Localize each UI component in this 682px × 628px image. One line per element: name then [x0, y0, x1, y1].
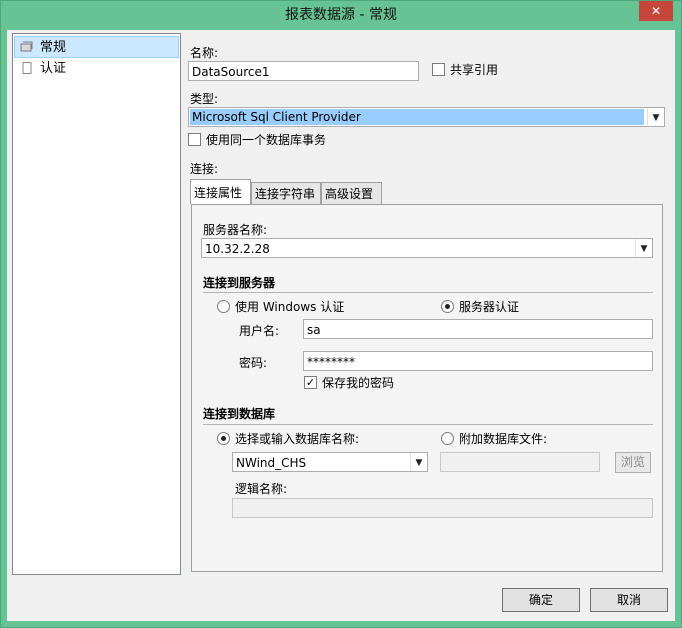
cancel-button[interactable]: 取消 [590, 588, 668, 612]
title-bar[interactable]: 报表数据源 - 常规 ✕ [1, 1, 681, 27]
logical-name-label: 逻辑名称: [235, 482, 288, 496]
username-label: 用户名: [239, 324, 280, 338]
attach-db-label: 附加数据库文件: [459, 432, 548, 446]
tab-connection-properties[interactable]: 连接属性 [190, 179, 251, 204]
server-dropdown-button[interactable]: ▼ [635, 239, 652, 257]
dialog-client: 常规 认证 名称: DataSource1 共享引用 类型: Microsoft… [7, 30, 675, 621]
tab-connection-string[interactable]: 连接字符串 [251, 182, 321, 204]
select-db-label: 选择或输入数据库名称: [235, 432, 360, 446]
logical-name-input[interactable] [232, 498, 653, 518]
close-button[interactable]: ✕ [639, 1, 673, 21]
page-icon [22, 62, 32, 74]
server-auth-radio[interactable] [441, 300, 454, 313]
db-name-value: NWind_CHS [236, 456, 307, 470]
dialog-window: 报表数据源 - 常规 ✕ 常规 认证 名称: DataSource1 共享引用 … [0, 0, 682, 628]
ok-button[interactable]: 确定 [502, 588, 580, 612]
shared-checkbox[interactable] [432, 63, 445, 76]
db-name-select[interactable]: NWind_CHS ▼ [232, 452, 428, 472]
chevron-down-icon: ▼ [415, 458, 423, 468]
nav-panel: 常规 认证 [12, 33, 181, 575]
username-input[interactable]: sa [303, 319, 653, 339]
type-dropdown-button[interactable]: ▼ [647, 108, 664, 126]
single-transaction-checkbox[interactable] [188, 133, 201, 146]
password-input[interactable]: ******** [303, 351, 653, 371]
nav-item-label: 常规 [40, 40, 67, 55]
save-password-checkbox[interactable]: ✓ [304, 376, 317, 389]
connect-db-header: 连接到数据库 [203, 407, 276, 421]
window-title: 报表数据源 - 常规 [285, 7, 397, 23]
windows-auth-radio[interactable] [217, 300, 230, 313]
nav-item-label: 认证 [40, 61, 67, 76]
server-name-label: 服务器名称: [203, 223, 268, 237]
type-select[interactable]: Microsoft Sql Client Provider ▼ [188, 107, 665, 127]
attach-db-file-input[interactable] [440, 452, 600, 472]
password-label: 密码: [239, 356, 268, 370]
type-selected-value: Microsoft Sql Client Provider [190, 109, 644, 125]
name-input[interactable]: DataSource1 [188, 61, 419, 81]
single-transaction-label: 使用同一个数据库事务 [206, 133, 327, 147]
divider [203, 424, 653, 425]
general-icon [20, 41, 33, 52]
windows-auth-label: 使用 Windows 认证 [235, 300, 345, 314]
save-password-label: 保存我的密码 [322, 376, 395, 390]
divider [203, 292, 653, 293]
select-db-radio[interactable] [217, 432, 230, 445]
name-label: 名称: [190, 46, 219, 60]
shared-label: 共享引用 [450, 63, 499, 77]
type-value: Microsoft Sql Client Provider [192, 110, 361, 124]
chevron-down-icon: ▼ [640, 244, 648, 254]
nav-item-general[interactable]: 常规 [14, 36, 179, 58]
server-auth-label: 服务器认证 [459, 300, 520, 314]
check-icon: ✓ [305, 376, 316, 389]
tab-strip: 连接属性 连接字符串 高级设置 [190, 179, 490, 204]
connect-server-header: 连接到服务器 [203, 276, 276, 290]
type-label: 类型: [190, 92, 219, 106]
close-icon: ✕ [650, 4, 662, 18]
browse-button[interactable]: 浏览 [615, 452, 651, 473]
server-name-select[interactable]: 10.32.2.28 ▼ [201, 238, 653, 258]
tab-advanced-settings[interactable]: 高级设置 [321, 182, 382, 204]
server-name-value: 10.32.2.28 [205, 242, 270, 256]
connection-tab-panel: 服务器名称: 10.32.2.28 ▼ 连接到服务器 使用 Windows 认证… [191, 204, 663, 572]
chevron-down-icon: ▼ [652, 113, 660, 123]
db-dropdown-button[interactable]: ▼ [410, 453, 427, 471]
attach-db-radio[interactable] [441, 432, 454, 445]
connection-label: 连接: [190, 162, 219, 176]
nav-item-auth[interactable]: 认证 [15, 58, 177, 79]
